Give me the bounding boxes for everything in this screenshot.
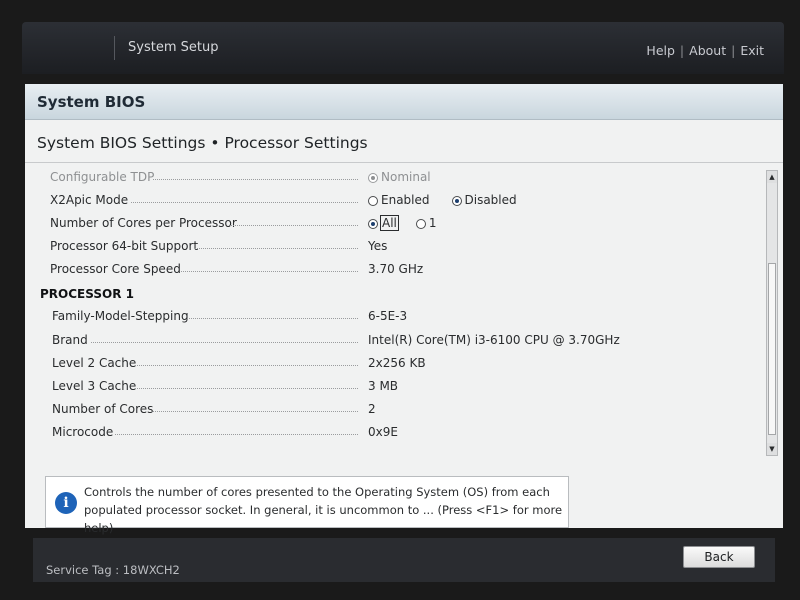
leader-dots xyxy=(135,388,358,389)
header-links: Help | About | Exit xyxy=(646,43,764,58)
info-value: 0x9E xyxy=(368,425,398,439)
info-row-level3-cache: Level 3 Cache 3 MB xyxy=(25,377,761,397)
info-value: Intel(R) Core(TM) i3-6100 CPU @ 3.70GHz xyxy=(368,333,620,347)
info-row-family-model-stepping: Family-Model-Stepping 6-5E-3 xyxy=(25,307,761,327)
info-label: Brand xyxy=(52,333,88,347)
app-title: System Setup xyxy=(128,40,219,55)
setting-row-64bit-support: Processor 64-bit Support Yes xyxy=(25,237,761,257)
exit-link[interactable]: Exit xyxy=(740,43,764,58)
info-label: Family-Model-Stepping xyxy=(52,309,189,323)
title-divider xyxy=(25,162,783,163)
info-value: 2 xyxy=(368,402,376,416)
info-row-brand: Brand Intel(R) Core(TM) i3-6100 CPU @ 3.… xyxy=(25,331,761,351)
setting-label: X2Apic Mode xyxy=(50,193,129,207)
setting-label: Configurable TDP xyxy=(50,170,155,184)
processor-section-title: PROCESSOR 1 xyxy=(40,287,134,301)
setting-value: Yes xyxy=(368,239,388,253)
info-row-level2-cache: Level 2 Cache 2x256 KB xyxy=(25,354,761,374)
header-divider xyxy=(114,36,115,60)
setting-label: Number of Cores per Processor xyxy=(50,216,237,230)
scroll-thumb[interactable] xyxy=(768,263,776,435)
back-button[interactable]: Back xyxy=(683,546,755,568)
info-value: 3 MB xyxy=(368,379,399,393)
settings-list: Configurable TDP Nominal X2Apic Mode Ena… xyxy=(25,166,761,462)
setting-row-cores-per-processor: Number of Cores per Processor All 1 xyxy=(25,214,761,234)
link-separator: | xyxy=(679,43,685,58)
info-row-microcode: Microcode 0x9E xyxy=(25,423,761,443)
radio-option-enabled[interactable]: Enabled xyxy=(368,193,430,207)
leader-dots xyxy=(151,411,358,412)
help-text: Controls the number of cores presented t… xyxy=(84,485,563,535)
leader-dots xyxy=(181,271,358,272)
scroll-down-arrow-icon[interactable]: ▼ xyxy=(767,443,777,455)
radio-button-icon xyxy=(368,219,378,229)
leader-dots xyxy=(131,202,358,203)
vertical-scrollbar[interactable]: ▲ ▼ xyxy=(766,170,778,456)
radio-button-icon xyxy=(415,219,426,229)
radio-option-1[interactable]: 1 xyxy=(415,216,437,230)
radio-button-icon xyxy=(451,196,462,206)
leader-dots xyxy=(135,365,358,366)
leader-dots xyxy=(183,318,358,319)
main-panel: System BIOS System BIOS Settings • Proce… xyxy=(25,84,783,535)
info-value: 2x256 KB xyxy=(368,356,426,370)
setting-value: All 1 xyxy=(368,215,459,231)
info-value: 6-5E-3 xyxy=(368,309,408,323)
bios-screen: System Setup Help | About | Exit System BIOS… xyxy=(0,0,800,600)
footer-bar: Service Tag : 18WXCH2 Back xyxy=(33,538,775,582)
info-label: Microcode xyxy=(52,425,114,439)
leader-dots xyxy=(153,179,358,180)
info-label: Number of Cores xyxy=(52,402,154,416)
leader-dots xyxy=(230,225,358,226)
leader-dots xyxy=(91,342,358,343)
info-label: Level 2 Cache xyxy=(52,356,137,370)
setting-value: Enabled Disabled xyxy=(368,193,539,207)
bios-title-bar: System BIOS xyxy=(25,84,783,120)
info-row-number-of-cores: Number of Cores 2 xyxy=(25,400,761,420)
help-box: i Controls the number of cores presented… xyxy=(45,476,569,535)
setting-label: Processor 64-bit Support xyxy=(50,239,199,253)
setting-value: 3.70 GHz xyxy=(368,262,424,276)
radio-option-all[interactable]: All xyxy=(368,215,399,231)
header-bar: System Setup Help | About | Exit xyxy=(22,22,784,74)
setting-label: Processor Core Speed xyxy=(50,262,181,276)
radio-button-icon xyxy=(368,196,378,206)
service-tag: Service Tag : 18WXCH2 xyxy=(46,563,180,577)
bios-title: System BIOS xyxy=(37,93,146,111)
setting-row-configurable-tdp: Configurable TDP Nominal xyxy=(25,168,761,188)
radio-option-nominal: Nominal xyxy=(368,170,431,184)
radio-button-icon xyxy=(368,173,378,183)
page-title: System BIOS Settings • Processor Setting… xyxy=(37,134,368,152)
info-icon: i xyxy=(55,492,77,514)
setting-row-x2apic-mode: X2Apic Mode Enabled Disabled xyxy=(25,191,761,211)
info-label: Level 3 Cache xyxy=(52,379,137,393)
help-link[interactable]: Help xyxy=(646,43,675,58)
setting-value: Nominal xyxy=(368,170,453,184)
radio-option-disabled[interactable]: Disabled xyxy=(451,193,517,207)
setting-row-core-speed: Processor Core Speed 3.70 GHz xyxy=(25,260,761,280)
link-separator: | xyxy=(731,43,736,58)
leader-dots xyxy=(195,248,358,249)
about-link[interactable]: About xyxy=(689,43,726,58)
scroll-up-arrow-icon[interactable]: ▲ xyxy=(767,171,777,183)
leader-dots xyxy=(115,434,358,435)
